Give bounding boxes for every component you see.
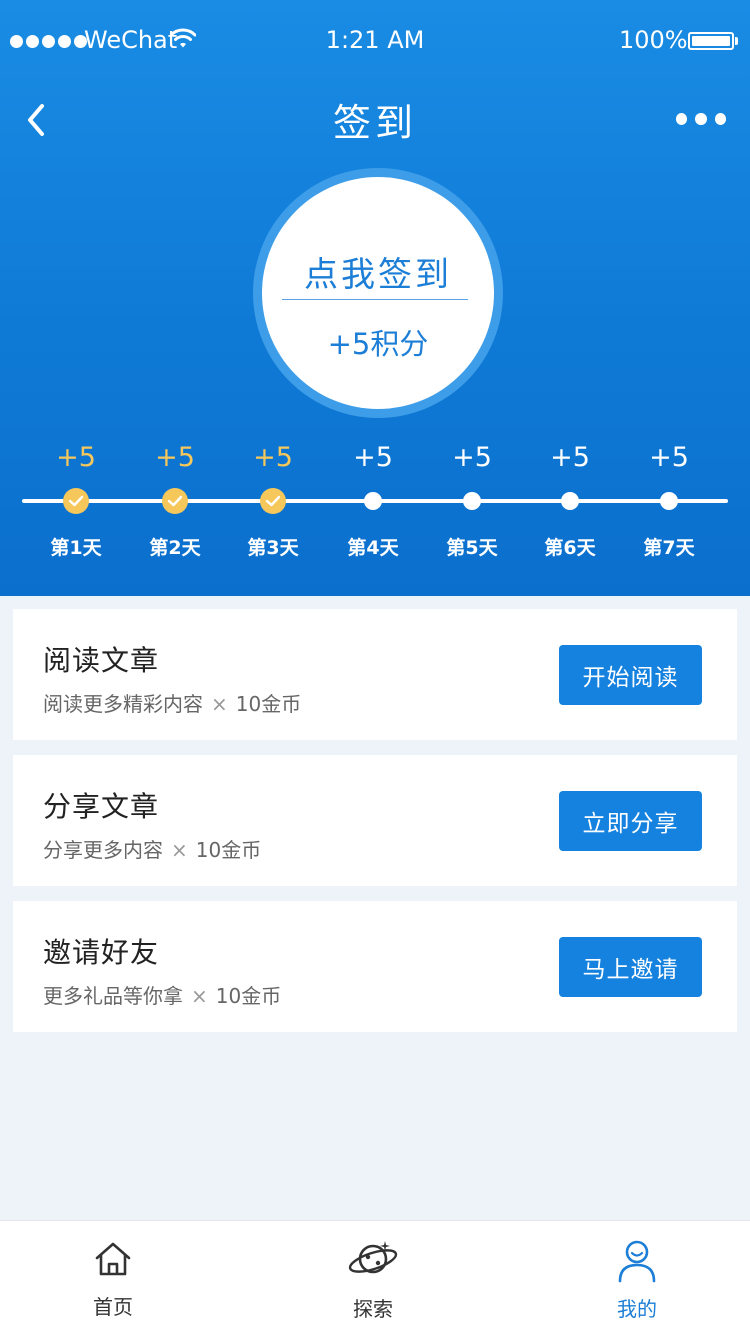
task-title: 阅读文章: [43, 644, 160, 677]
day-label: 第6天: [544, 537, 596, 559]
day-points: +5: [649, 442, 689, 473]
day-points: +5: [452, 442, 492, 473]
multiply-sign: ×: [171, 838, 188, 862]
task-desc: 阅读更多精彩内容 × 10金币: [43, 688, 301, 717]
task-desc-text: 分享更多内容: [43, 838, 163, 862]
task-desc-text: 阅读更多精彩内容: [43, 692, 203, 716]
day-node: [561, 492, 579, 510]
tab-label: 探索: [353, 1297, 393, 1321]
task-desc-text: 更多礼品等你拿: [43, 984, 183, 1008]
status-bar: WeChat 1:21 AM 100%: [0, 0, 750, 80]
tab-label: 我的: [617, 1297, 657, 1321]
multiply-sign: ×: [191, 984, 208, 1008]
check-icon: [162, 488, 188, 514]
day-label: 第1天: [50, 537, 102, 559]
checkin-label: 点我签到: [304, 255, 452, 295]
tab-home[interactable]: 首页: [33, 1221, 193, 1334]
task-reward: 10金币: [195, 838, 262, 862]
tab-bar: 首页 探索 我的: [0, 1220, 750, 1334]
battery-icon: [688, 32, 734, 50]
task-action-button[interactable]: 立即分享: [559, 791, 702, 851]
checkin-button[interactable]: 点我签到 +5积分: [253, 168, 503, 418]
battery-tip: [735, 37, 738, 45]
checkin-circle[interactable]: 点我签到 +5积分: [262, 177, 494, 409]
day-points: +5: [56, 442, 96, 473]
task-title: 邀请好友: [43, 936, 160, 969]
check-icon: [260, 488, 286, 514]
header-banner: WeChat 1:21 AM 100% 签到 点我签到 +5积分 +5 第1天 +5…: [0, 0, 750, 596]
day-node: [463, 492, 481, 510]
home-icon: [95, 1242, 131, 1276]
more-dots-icon[interactable]: [676, 108, 726, 130]
day-points: +5: [155, 442, 195, 473]
battery-percent: 100%: [619, 26, 688, 54]
planet-icon: [348, 1241, 398, 1274]
task-desc: 分享更多内容 × 10金币: [43, 834, 261, 863]
day-label: 第2天: [149, 537, 201, 559]
task-desc: 更多礼品等你拿 × 10金币: [43, 980, 281, 1009]
checkin-points: +5积分: [327, 327, 429, 361]
task-reward: 10金币: [215, 984, 282, 1008]
day-node: [364, 492, 382, 510]
tab-mine[interactable]: 我的: [557, 1221, 717, 1334]
task-action-button[interactable]: 马上邀请: [559, 937, 702, 997]
task-action-button[interactable]: 开始阅读: [559, 645, 702, 705]
day-points: +5: [353, 442, 393, 473]
tab-label: 首页: [93, 1295, 133, 1319]
day-label: 第3天: [247, 537, 299, 559]
day-label: 第7天: [643, 537, 695, 559]
tab-explore[interactable]: 探索: [293, 1221, 453, 1334]
task-card: 阅读文章阅读更多精彩内容 × 10金币 开始阅读: [13, 609, 737, 740]
checkin-divider: [282, 299, 468, 300]
day-points: +5: [253, 442, 293, 473]
task-reward: 10金币: [235, 692, 302, 716]
task-title: 分享文章: [43, 790, 160, 823]
task-card: 分享文章分享更多内容 × 10金币 立即分享: [13, 755, 737, 886]
day-node: [660, 492, 678, 510]
day-label: 第5天: [446, 537, 498, 559]
day-points: +5: [550, 442, 590, 473]
page-title: 签到: [332, 101, 417, 145]
day-label: 第4天: [347, 537, 399, 559]
task-card: 邀请好友更多礼品等你拿 × 10金币 马上邀请: [13, 901, 737, 1032]
user-icon: [618, 1240, 656, 1283]
check-icon: [63, 488, 89, 514]
multiply-sign: ×: [211, 692, 228, 716]
